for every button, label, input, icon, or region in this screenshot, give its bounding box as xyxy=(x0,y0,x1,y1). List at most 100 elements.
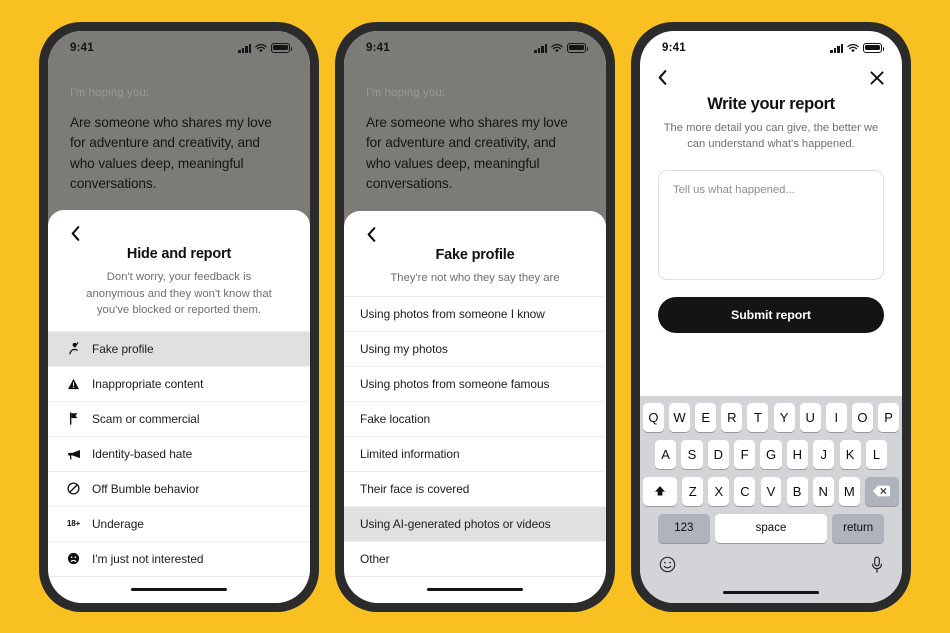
sheet-header: Fake profile They're not who they say th… xyxy=(344,211,606,295)
keyboard-row-3: Z X C V B N M xyxy=(643,476,899,506)
back-button[interactable] xyxy=(64,222,86,244)
key-m[interactable]: M xyxy=(838,476,860,506)
key-y[interactable]: Y xyxy=(773,402,795,432)
key-q[interactable]: Q xyxy=(642,402,664,432)
battery-full-icon xyxy=(271,42,293,53)
space-key[interactable]: space xyxy=(715,513,827,543)
key-c[interactable]: C xyxy=(734,476,756,506)
warning-triangle-icon xyxy=(66,378,81,390)
key-h[interactable]: H xyxy=(786,439,808,469)
hide-and-report-sheet: Hide and report Don't worry, your feedba… xyxy=(48,210,310,603)
status-bar-time: 9:41 xyxy=(662,41,686,54)
key-e[interactable]: E xyxy=(695,402,717,432)
sheet-title: Hide and report xyxy=(126,246,232,263)
battery-full-icon xyxy=(567,42,589,53)
report-top-bar xyxy=(640,61,902,89)
phone-mockup-stage: 9:41 I'm hoping you: Are someone who sha… xyxy=(0,0,950,633)
status-bar-indicators xyxy=(238,42,293,53)
status-bar: 9:41 xyxy=(48,31,310,61)
submit-report-button[interactable]: Submit report xyxy=(658,296,884,333)
keyboard-bottom-bar xyxy=(643,551,899,583)
phone-1-screen: 9:41 I'm hoping you: Are someone who sha… xyxy=(48,30,310,603)
report-textarea[interactable]: Tell us what happened... xyxy=(658,169,884,280)
list-item-identity-based-hate[interactable]: Identity-based hate xyxy=(48,437,310,472)
keyboard-row-2: A S D F G H J K L xyxy=(643,439,899,469)
sheet-header: Hide and report Don't worry, your feedba… xyxy=(48,210,310,330)
list-item-off-bumble-behavior[interactable]: Off Bumble behavior xyxy=(48,472,310,507)
back-button[interactable] xyxy=(658,70,667,85)
key-a[interactable]: A xyxy=(654,439,677,469)
back-button[interactable] xyxy=(360,223,382,245)
sheet-subtitle: Don't worry, your feedback is anonymous … xyxy=(86,271,272,317)
list-item-label: Using my photos xyxy=(360,341,448,356)
phone-2-fake-profile: 9:41 I'm hoping you: Are someone who sha… xyxy=(335,21,615,612)
list-item-limited-information[interactable]: Limited information xyxy=(344,437,606,472)
key-v[interactable]: V xyxy=(760,476,782,506)
list-item-label: Using photos from someone I know xyxy=(360,306,545,321)
close-x-icon[interactable] xyxy=(870,70,884,85)
phone-2-screen: 9:41 I'm hoping you: Are someone who sha… xyxy=(344,30,606,603)
key-d[interactable]: D xyxy=(707,439,729,469)
profile-prompt-label: I'm hoping you: xyxy=(70,86,150,99)
list-item-fake-location[interactable]: Fake location xyxy=(344,402,606,437)
list-item-using-photos-someone-famous[interactable]: Using photos from someone famous xyxy=(344,367,606,402)
key-x[interactable]: X xyxy=(708,476,730,506)
status-bar-indicators xyxy=(534,42,589,53)
write-report-view: 9:41 Write your report The more detail y… xyxy=(640,31,902,603)
list-item-face-is-covered[interactable]: Their face is covered xyxy=(344,472,606,507)
home-indicator xyxy=(48,577,310,603)
profile-prompt-label: I'm hoping you: xyxy=(366,86,446,99)
key-f[interactable]: F xyxy=(734,439,756,469)
key-j[interactable]: J xyxy=(813,439,835,469)
list-item-inappropriate-content[interactable]: Inappropriate content xyxy=(48,367,310,402)
cellular-bars-icon xyxy=(534,43,547,53)
battery-full-icon xyxy=(863,42,885,53)
list-item-other[interactable]: Other xyxy=(344,542,606,577)
list-item-using-my-photos[interactable]: Using my photos xyxy=(344,332,606,367)
key-b[interactable]: B xyxy=(786,476,808,506)
list-item-underage[interactable]: 18+ Underage xyxy=(48,507,310,542)
list-item-using-photos-someone-i-know[interactable]: Using photos from someone I know xyxy=(344,297,606,332)
list-item-label: Underage xyxy=(92,516,144,531)
fake-profile-icon xyxy=(66,342,81,355)
microphone-icon[interactable] xyxy=(871,555,883,579)
key-t[interactable]: T xyxy=(747,402,769,432)
key-k[interactable]: K xyxy=(839,439,861,469)
megaphone-icon xyxy=(66,448,81,460)
list-item-label: Their face is covered xyxy=(360,481,470,496)
numbers-key[interactable]: 123 xyxy=(657,513,710,543)
list-item-ai-generated-photos[interactable]: Using AI-generated photos or videos xyxy=(344,506,606,542)
emoji-smiley-icon[interactable] xyxy=(659,556,676,578)
key-g[interactable]: G xyxy=(760,439,782,469)
shift-up-icon[interactable] xyxy=(643,476,678,506)
list-item-scam-or-commercial[interactable]: Scam or commercial xyxy=(48,402,310,437)
list-item-label: I'm just not interested xyxy=(92,551,204,566)
frowning-face-icon xyxy=(66,552,81,565)
profile-prompt-answer: Are someone who shares my love for adven… xyxy=(70,114,272,192)
status-bar-time: 9:41 xyxy=(366,41,390,54)
key-i[interactable]: I xyxy=(825,402,847,432)
keyboard-row-4: 123 space return xyxy=(643,513,899,543)
wifi-icon xyxy=(255,43,267,53)
key-n[interactable]: N xyxy=(812,476,834,506)
key-o[interactable]: O xyxy=(851,402,873,432)
flag-icon xyxy=(66,412,81,425)
keyboard-row-1: Q W E R T Y U I O P xyxy=(642,402,900,432)
phone-3-screen: 9:41 Write your report The more detail y… xyxy=(640,30,902,603)
key-z[interactable]: Z xyxy=(682,476,704,506)
key-w[interactable]: W xyxy=(669,402,691,432)
key-u[interactable]: U xyxy=(799,402,821,432)
phone-3-write-your-report: 9:41 Write your report The more detail y… xyxy=(631,21,911,612)
report-reason-list: Fake profile Inappropriate content Scam … xyxy=(48,330,310,603)
list-item-not-interested[interactable]: I'm just not interested xyxy=(48,542,310,577)
page-subtitle: The more detail you can give, the better… xyxy=(663,121,879,150)
key-p[interactable]: P xyxy=(878,402,900,432)
list-item-label: Fake profile xyxy=(92,341,154,356)
backspace-delete-icon[interactable] xyxy=(864,476,899,506)
return-key[interactable]: return xyxy=(832,513,885,543)
key-r[interactable]: R xyxy=(721,402,743,432)
list-item-fake-profile[interactable]: Fake profile xyxy=(48,331,310,367)
key-s[interactable]: S xyxy=(681,439,703,469)
key-l[interactable]: L xyxy=(865,439,888,469)
list-item-label: Identity-based hate xyxy=(92,446,193,461)
